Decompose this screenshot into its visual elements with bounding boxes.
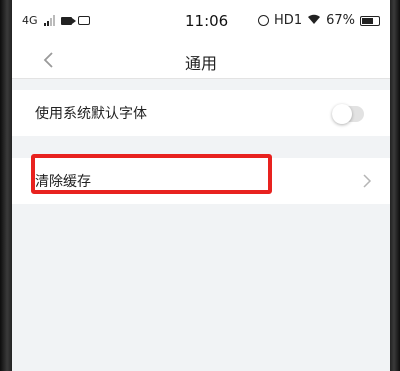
settings-item-label: 使用系统默认字体: [35, 106, 147, 122]
battery-icon: [360, 15, 380, 26]
chevron-right-icon: [363, 174, 372, 188]
default-font-toggle[interactable]: [332, 104, 364, 124]
status-time: 11:06: [185, 12, 229, 30]
settings-item-clear-cache[interactable]: 清除缓存: [12, 158, 390, 204]
message-icon: [77, 16, 90, 25]
battery-percent: 67%: [326, 13, 355, 28]
status-bar: 4G 11:06 HD1 67%: [12, 0, 390, 42]
phone-screen: 4G 11:06 HD1 67% 通用 使用系统默认字体 清除缓存: [12, 0, 390, 371]
video-icon: [60, 16, 76, 25]
alarm-icon: [258, 15, 270, 26]
settings-item-label: 清除缓存: [35, 174, 91, 190]
page-title: 通用: [184, 54, 217, 73]
settings-item-default-font[interactable]: 使用系统默认字体: [12, 90, 390, 136]
network-type: 4G: [22, 14, 38, 27]
navigation-bar: 通用: [12, 42, 390, 79]
hd-indicator: HD1: [274, 13, 303, 28]
toggle-knob: [332, 104, 352, 124]
phone-frame-right: [390, 0, 400, 371]
signal-icon: [43, 15, 55, 26]
status-bar-right: HD1 67%: [258, 13, 380, 28]
wifi-icon: [307, 14, 321, 28]
phone-frame-left: [0, 0, 12, 371]
status-bar-left: 4G: [22, 14, 90, 27]
